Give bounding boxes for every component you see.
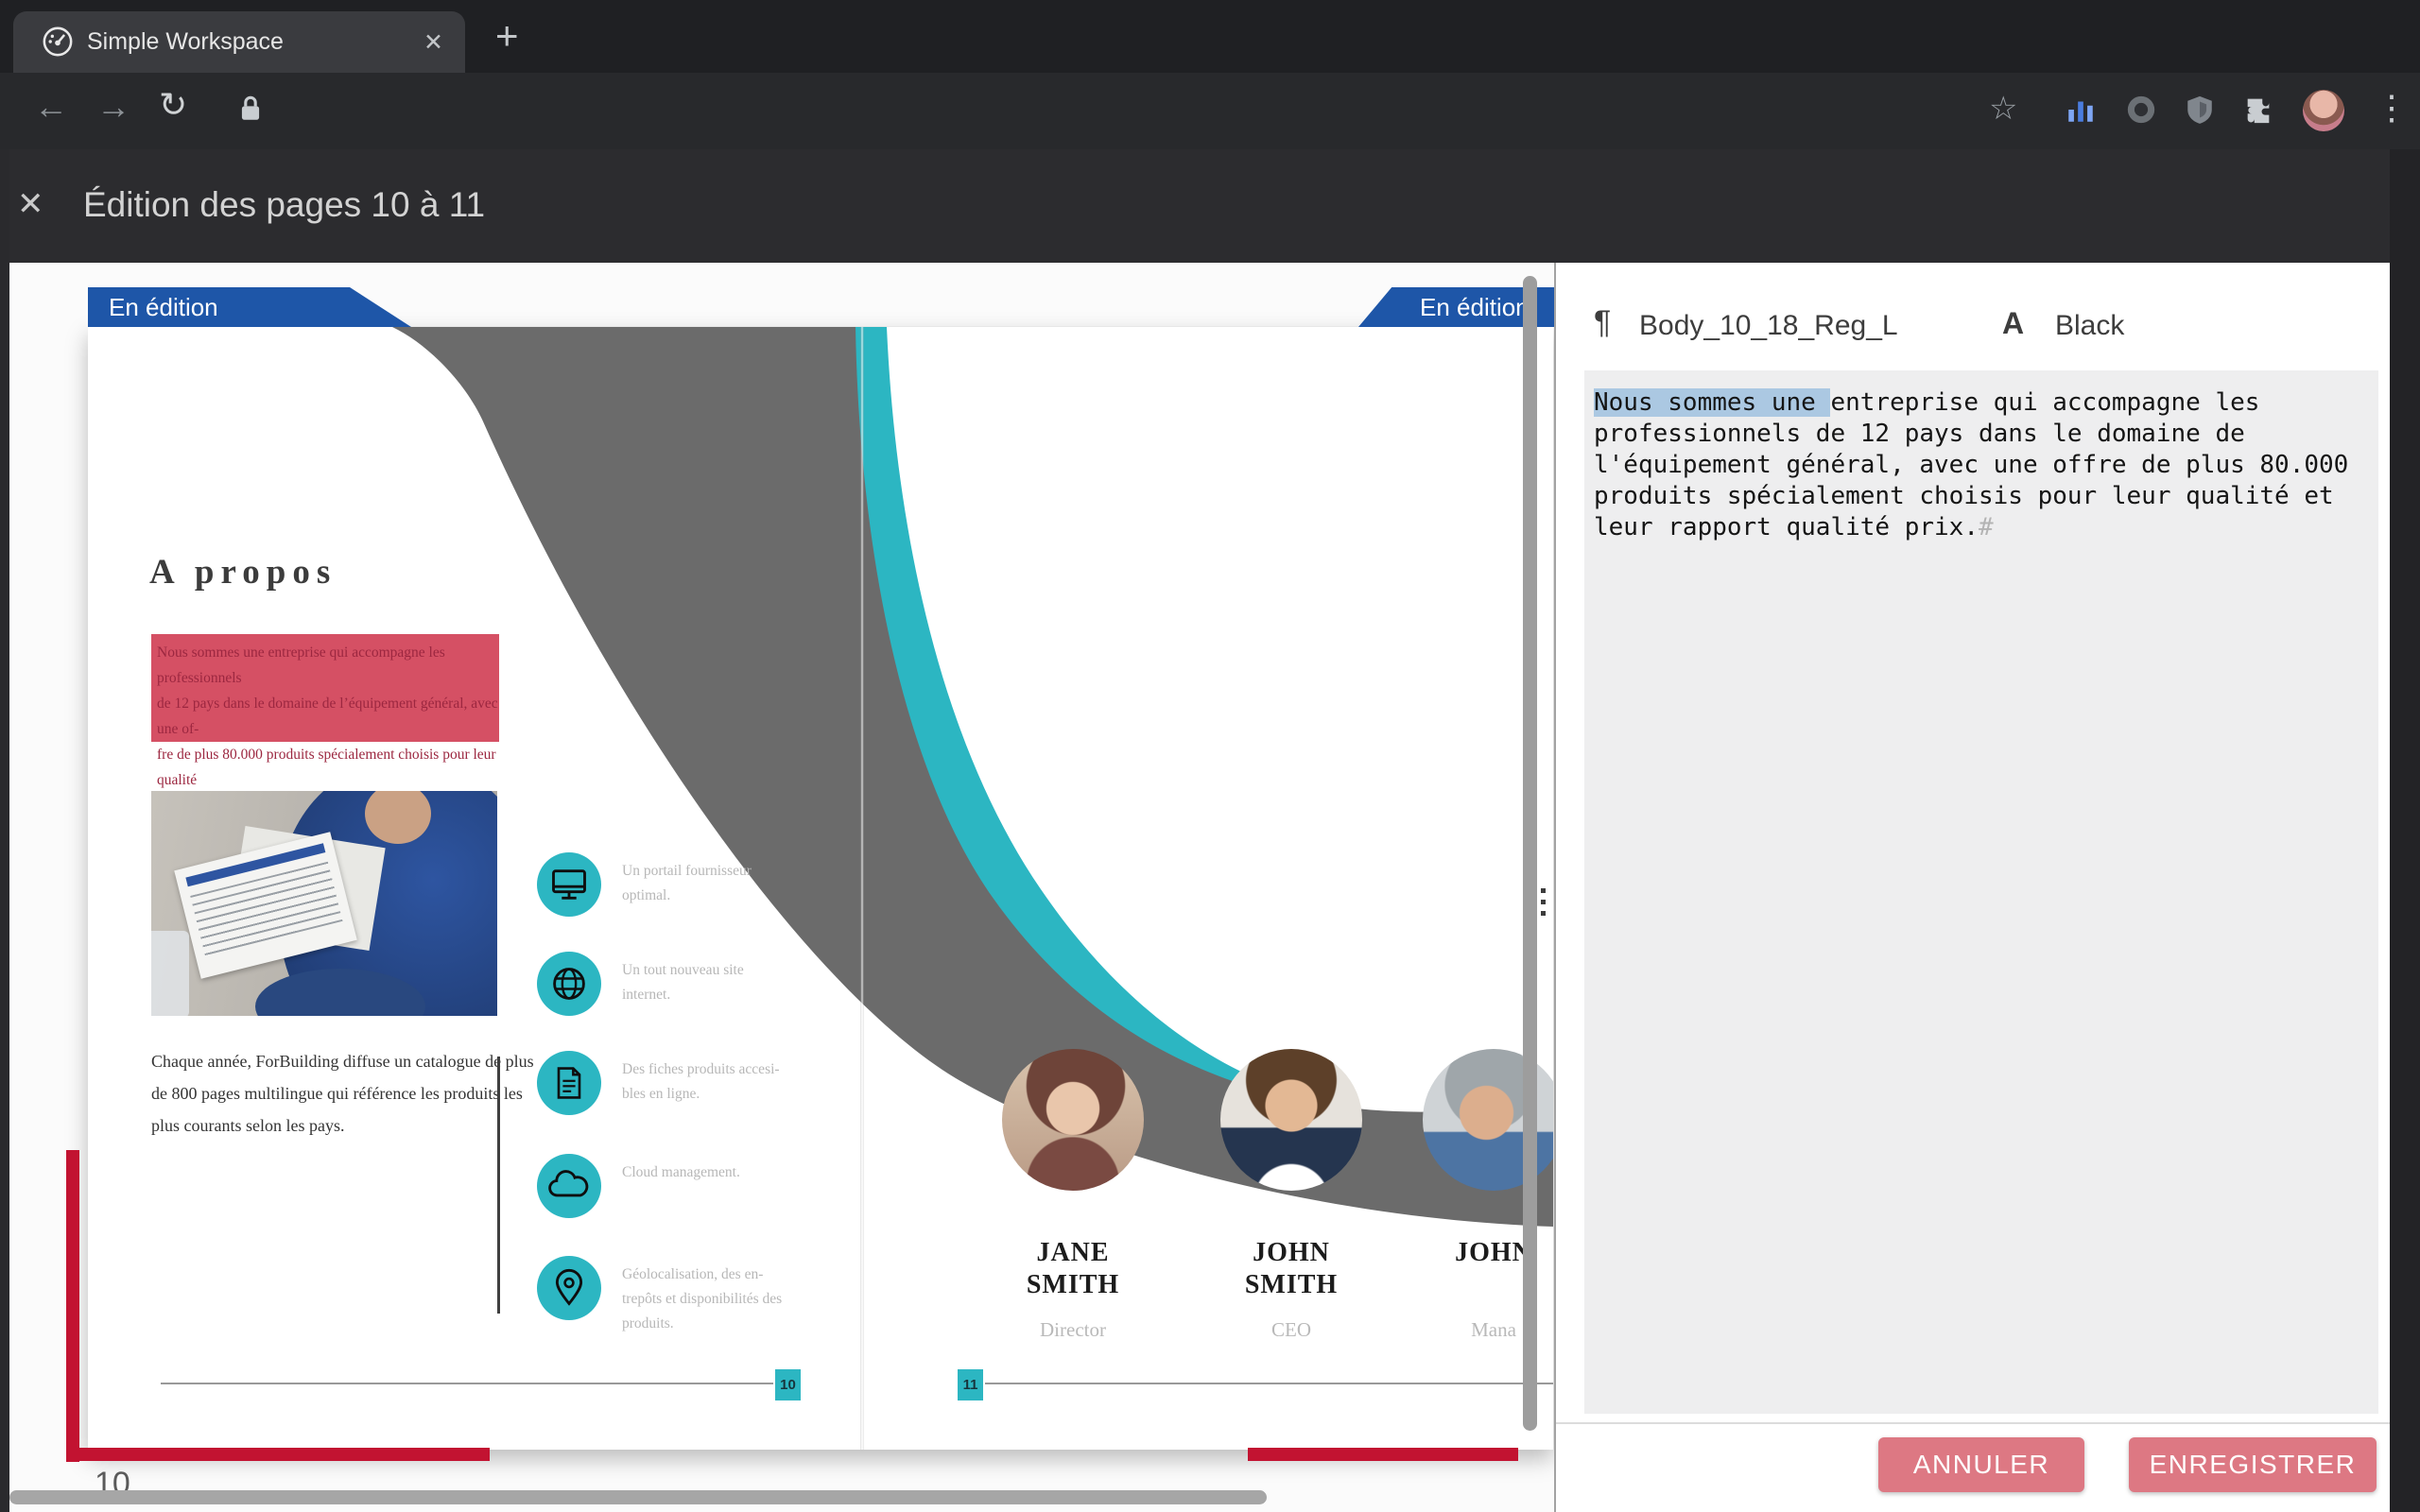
feature-label: Cloud management. <box>622 1160 740 1185</box>
feature-line: bles en ligne. <box>622 1082 780 1107</box>
feature-label: Des fiches produits accesi- bles en lign… <box>622 1057 780 1107</box>
save-button[interactable]: ENREGISTRER <box>2129 1437 2377 1492</box>
feature-line: Géolocalisation, des en- <box>622 1263 782 1287</box>
feature-circle <box>537 1051 601 1115</box>
caption-line: de 800 pages multilingue qui référence l… <box>151 1077 534 1109</box>
feature-line: Un tout nouveau site <box>622 958 744 983</box>
photo-glass <box>151 931 189 1016</box>
new-tab-button[interactable]: + <box>495 13 519 59</box>
feature-line: trepôts et disponibilités des <box>622 1287 782 1312</box>
page-fold-line <box>860 327 864 1450</box>
feature-line: internet. <box>622 983 744 1007</box>
browser-menu-kebab-icon[interactable]: ⋮ <box>2375 88 2409 128</box>
team-first-name: JANE <box>993 1237 1153 1269</box>
caption-line: plus courants selon les pays. <box>151 1109 534 1142</box>
feature-circle <box>537 1256 601 1320</box>
character-color-name[interactable]: Black <box>2055 310 2124 342</box>
feature-line: produits. <box>622 1312 782 1336</box>
footer-rule-right <box>985 1383 1553 1384</box>
team-photo <box>1220 1049 1362 1191</box>
extensions-puzzle-icon[interactable] <box>2242 94 2274 130</box>
team-member: JANE SMITH Director <box>993 1237 1153 1342</box>
browser-nav-bar: ← → ↻ demo.simpleworkspace.net/?l=2KNxBc… <box>0 73 2420 150</box>
page-number-badge: 11 <box>958 1369 983 1400</box>
team-last-name: SMITH <box>993 1269 1153 1301</box>
catalog-photo[interactable] <box>151 791 497 1016</box>
red-block-line: de 12 pays dans le domaine de l’équipeme… <box>157 691 499 742</box>
feature-line: Un portail fournisseur <box>622 859 752 884</box>
team-first-name: JOHN <box>1211 1237 1372 1269</box>
cancel-button[interactable]: ANNULER <box>1878 1437 2084 1492</box>
section-heading: A propos <box>149 552 337 593</box>
team-role: Director <box>993 1318 1153 1342</box>
horizontal-scrollbar-thumb[interactable] <box>9 1490 1267 1504</box>
app-header: ✕ Édition des pages 10 à 11 Aller à T <box>0 149 2420 263</box>
reload-icon[interactable]: ↻ <box>159 88 187 122</box>
pin-icon <box>548 1267 590 1309</box>
footer-rule-left <box>161 1383 773 1384</box>
document-icon <box>548 1062 590 1104</box>
browser-tab-bar: Simple Workspace ✕ + <box>0 0 2420 73</box>
vertical-divider <box>497 1057 500 1314</box>
red-accent-bar-bottom-left <box>66 1448 490 1461</box>
caption-line: Chaque année, ForBuilding diffuse un cat… <box>151 1045 534 1077</box>
tab-title: Simple Workspace <box>87 28 284 56</box>
red-accent-bar-vertical <box>66 1150 79 1462</box>
team-last-name: SMITH <box>1211 1269 1372 1301</box>
lock-icon <box>238 94 263 129</box>
team-member: JOHN SMITH CEO <box>1211 1237 1372 1342</box>
browser-tab[interactable]: Simple Workspace ✕ <box>13 11 465 73</box>
feature-label: Un tout nouveau site internet. <box>622 958 744 1007</box>
panel-resize-handle[interactable] <box>1541 888 1548 926</box>
team-role: CEO <box>1211 1318 1372 1342</box>
feature-line: Cloud management. <box>622 1160 740 1185</box>
extension-circle-icon[interactable] <box>2125 94 2157 130</box>
forward-icon[interactable]: → <box>96 90 130 124</box>
feature-label: Géolocalisation, des en- trepôts et disp… <box>622 1263 782 1336</box>
bookmark-star-icon[interactable]: ☆ <box>1989 90 2017 128</box>
cloud-icon <box>547 1165 591 1207</box>
monitor-icon <box>548 864 590 905</box>
red-accent-bar-bottom-right <box>1248 1448 1518 1461</box>
character-color-icon: A <box>2002 306 2024 341</box>
selected-text-block[interactable]: Nous sommes une entreprise qui accompagn… <box>151 634 499 742</box>
back-icon[interactable]: ← <box>34 90 68 124</box>
globe-icon <box>548 963 590 1005</box>
feature-circle <box>537 952 601 1016</box>
tab-close-icon[interactable]: ✕ <box>424 28 443 57</box>
profile-avatar[interactable] <box>2303 90 2344 131</box>
feature-line: Des fiches produits accesi- <box>622 1057 780 1082</box>
extension-chart-icon[interactable] <box>2065 94 2097 130</box>
paragraph-style-icon: ¶ <box>1594 304 1611 341</box>
panel-footer-divider <box>1556 1422 2390 1424</box>
selected-text: Nous sommes une <box>1594 388 1830 417</box>
paragraph-style-name[interactable]: Body_10_18_Reg_L <box>1639 310 1898 342</box>
page-number-badge: 10 <box>775 1369 801 1400</box>
red-block-line: Nous sommes une entreprise qui accompagn… <box>157 640 499 691</box>
vertical-scrollbar-thumb[interactable] <box>1523 276 1537 1431</box>
close-modal-icon[interactable]: ✕ <box>17 185 44 223</box>
extension-shield-icon[interactable] <box>2184 94 2216 130</box>
favicon-gauge-icon <box>42 26 74 62</box>
page-title: Édition des pages 10 à 11 <box>83 185 485 225</box>
editing-ribbon-left: En édition <box>88 287 411 327</box>
feature-label: Un portail fournisseur optimal. <box>622 859 752 908</box>
page-spread: A propos Nous sommes une entreprise qui … <box>88 326 1553 1450</box>
feature-circle <box>537 852 601 917</box>
window-edge-right <box>2390 149 2420 1512</box>
feature-circle <box>537 1154 601 1218</box>
paragraph-end-marker: # <box>1979 513 1994 541</box>
team-photo <box>1002 1049 1144 1191</box>
feature-line: optimal. <box>622 884 752 908</box>
window-edge-left <box>0 149 9 1512</box>
text-editor-area[interactable]: Nous sommes une entreprise qui accompagn… <box>1584 370 2378 1414</box>
red-block-line: fre de plus 80.000 produits spécialement… <box>157 742 499 793</box>
caption-block: Chaque année, ForBuilding diffuse un cat… <box>151 1045 534 1142</box>
document-canvas: A propos Nous sommes une entreprise qui … <box>9 263 1554 1512</box>
